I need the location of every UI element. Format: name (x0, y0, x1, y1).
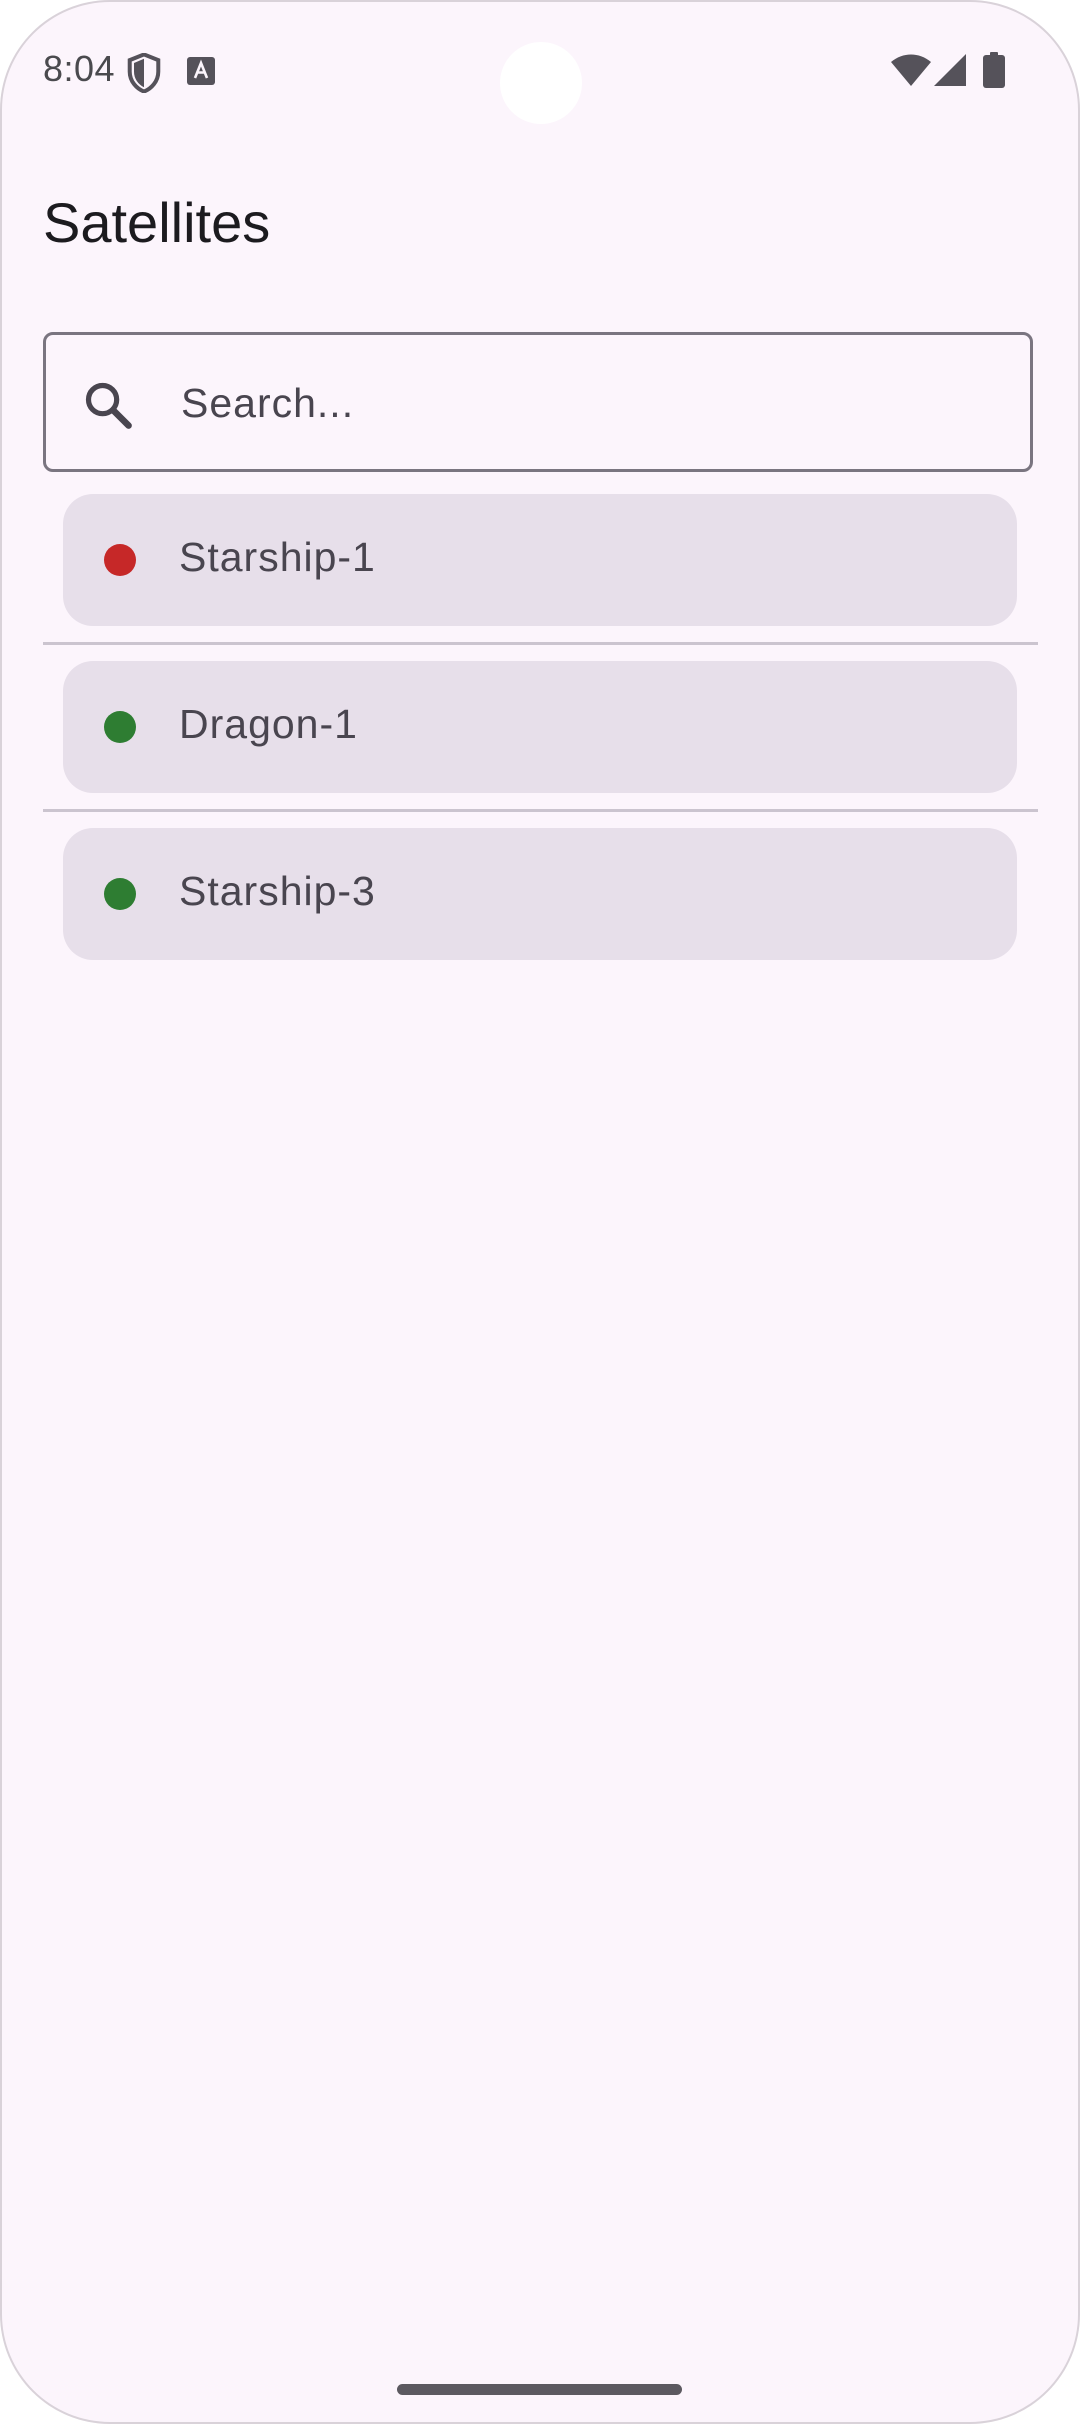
status-bar: 8:04 (0, 0, 1080, 140)
shield-icon (127, 53, 161, 93)
list-item[interactable]: Dragon-1 (63, 661, 1017, 793)
status-dot-inactive (104, 544, 136, 576)
satellite-name: Starship-3 (179, 868, 376, 914)
satellite-name: Starship-1 (179, 534, 376, 580)
status-dot-active (104, 711, 136, 743)
battery-icon (983, 52, 1005, 88)
wifi-icon (891, 54, 931, 86)
divider (43, 809, 1038, 812)
search-icon (85, 382, 132, 429)
camera-cutout (500, 42, 582, 124)
satellite-name: Dragon-1 (179, 701, 358, 747)
status-time: 8:04 (43, 48, 116, 89)
app-screen: 8:04 Satellites Sta (0, 0, 1080, 2424)
search-field[interactable] (43, 332, 1033, 472)
home-indicator[interactable] (397, 2384, 682, 2395)
a-icon (187, 57, 215, 85)
signal-icon (934, 54, 966, 86)
list-item[interactable]: Starship-1 (63, 494, 1017, 626)
divider (43, 642, 1038, 645)
search-input[interactable] (179, 335, 1003, 471)
list-item[interactable]: Starship-3 (63, 828, 1017, 960)
status-dot-active (104, 878, 136, 910)
page-title: Satellites (43, 191, 271, 254)
satellite-list: Starship-1 Dragon-1 Starship-3 (43, 494, 1038, 960)
